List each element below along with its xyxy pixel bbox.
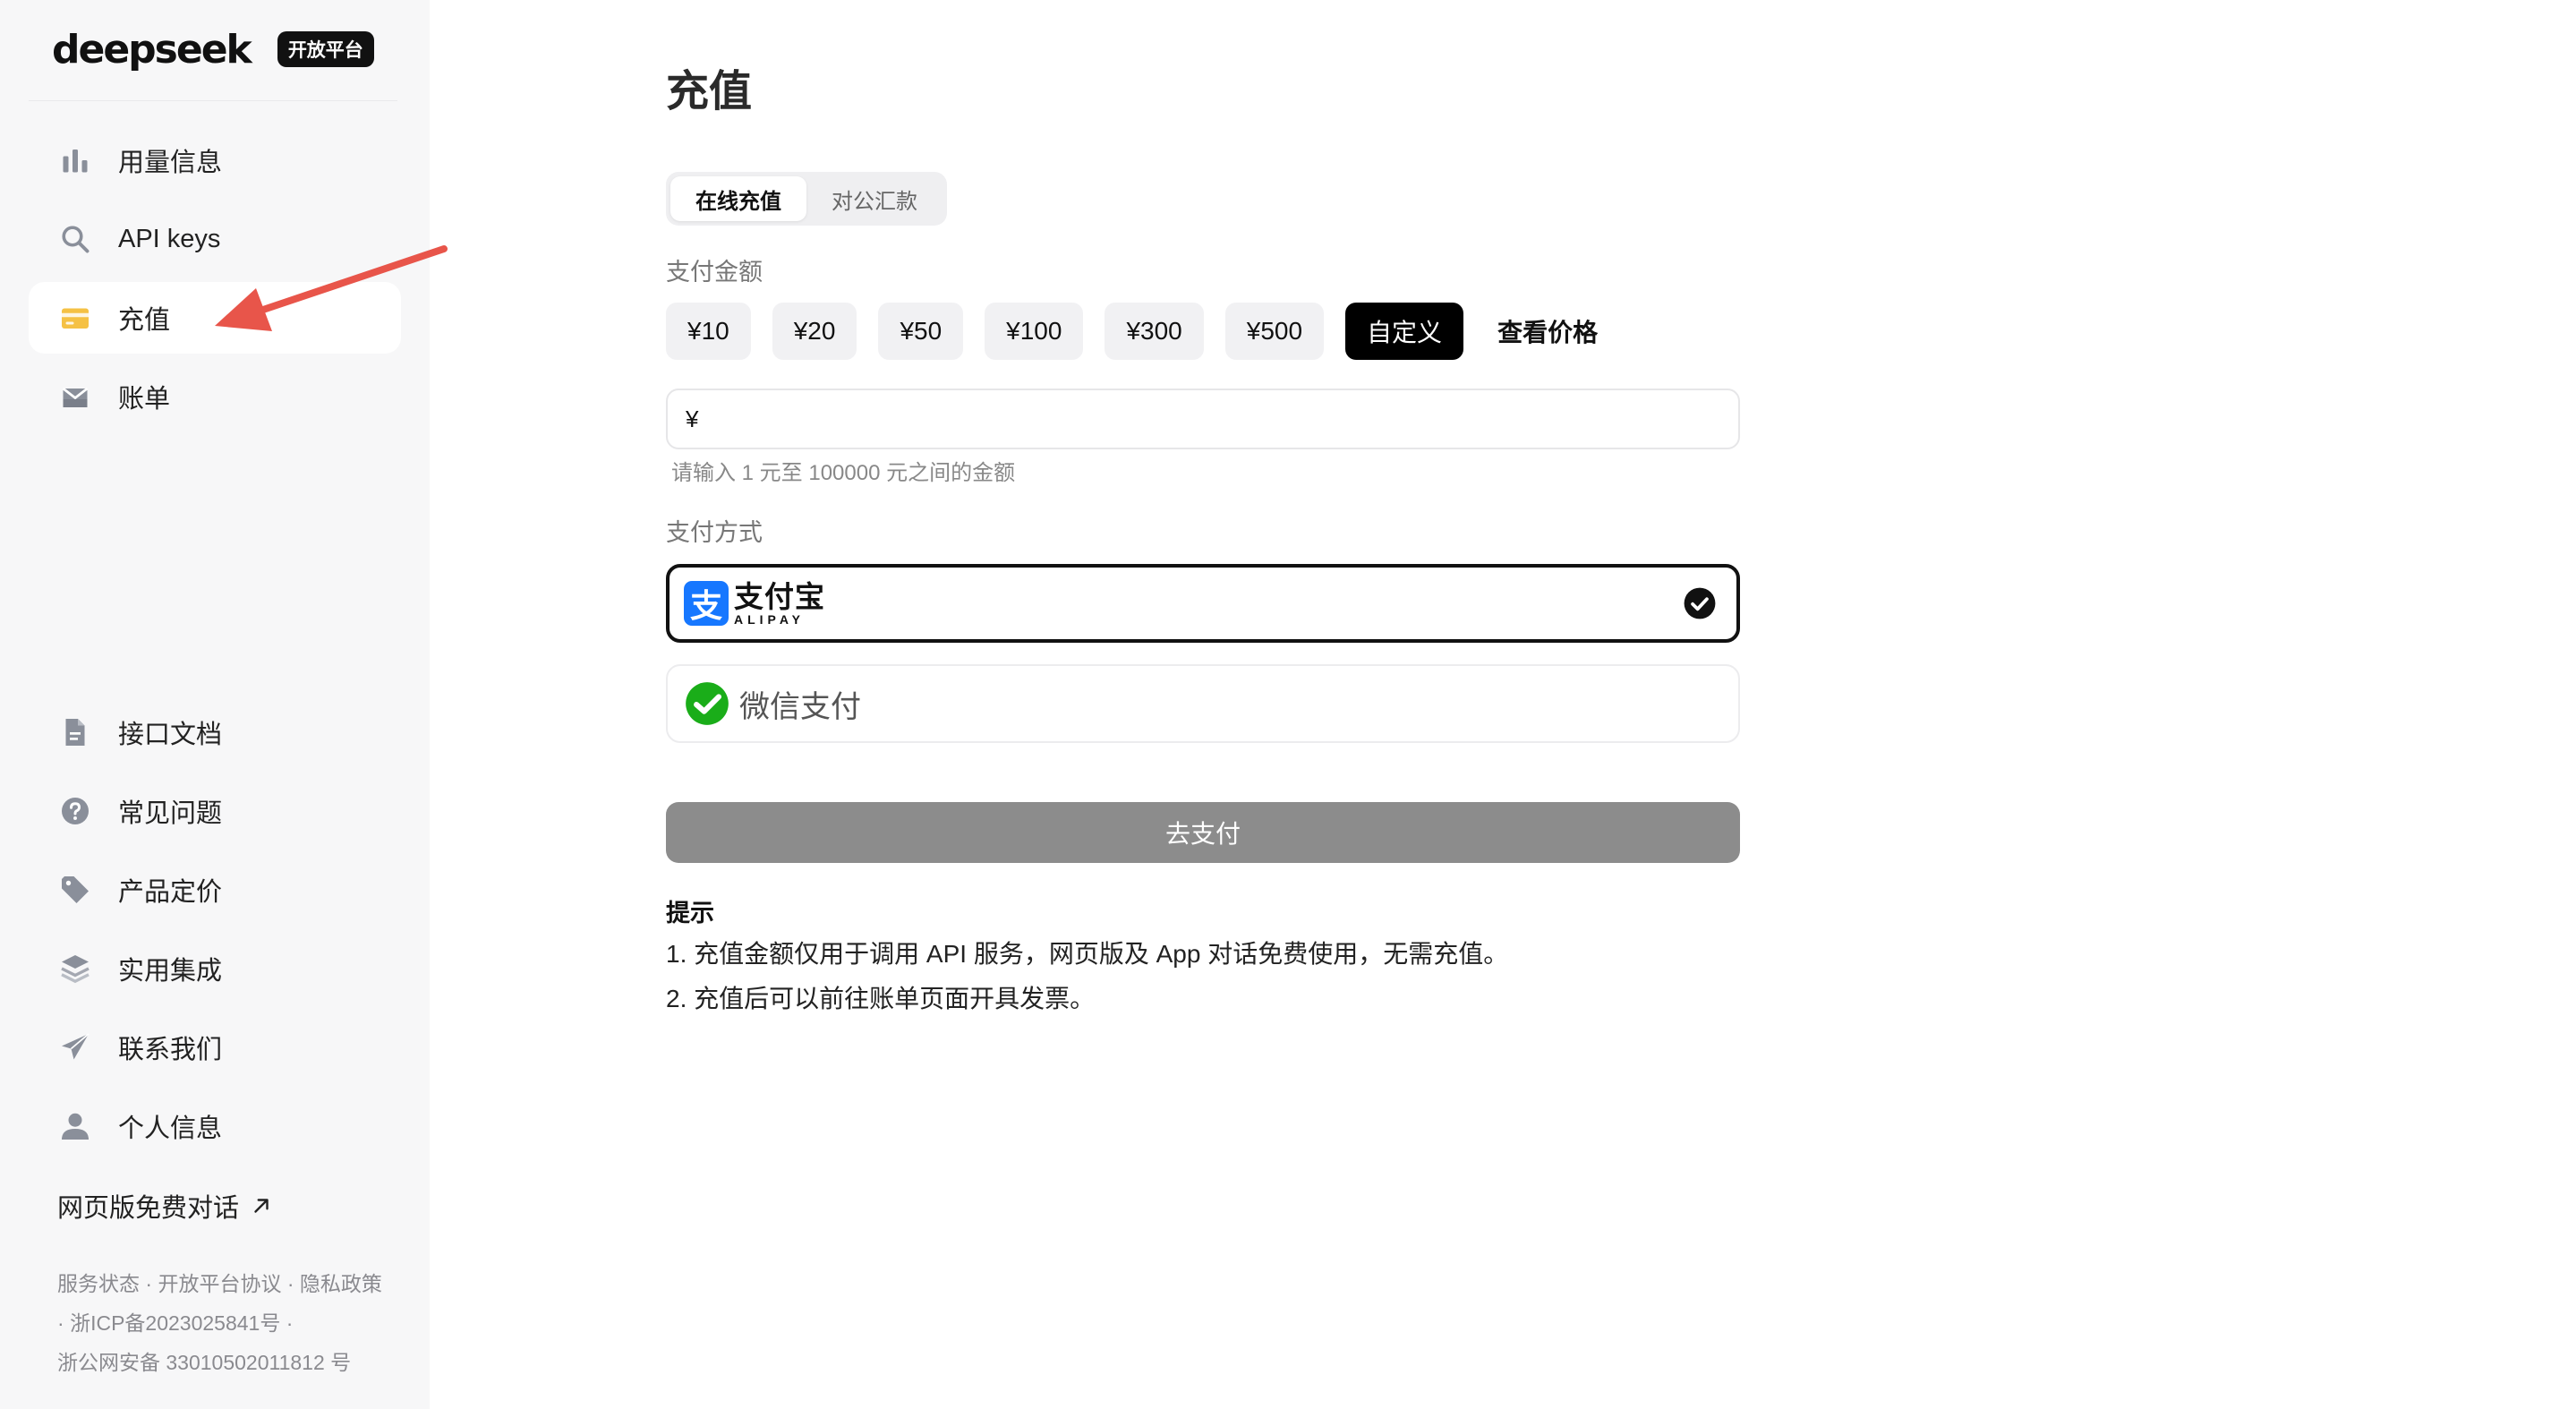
amount-option-custom[interactable]: 自定义 [1345, 303, 1464, 360]
sidebar-item-label: 用量信息 [118, 149, 223, 177]
payment-method-label: 支付方式 [666, 519, 763, 546]
alipay-wordmark: 支付宝 ALIPAY [734, 582, 825, 626]
sidebar-item-profile[interactable]: 个人信息 [29, 1090, 401, 1162]
sidebar-item-label: 联系我们 [118, 1036, 223, 1064]
separator: · [286, 1272, 294, 1295]
external-link-icon [254, 1199, 269, 1213]
tab-online-recharge[interactable]: 在线充值 [670, 176, 806, 221]
payment-option-wechat[interactable]: 微信支付 [666, 664, 1740, 743]
logo[interactable]: deepseek 开放平台 [52, 25, 374, 73]
alipay-name: 支付宝 [734, 579, 825, 613]
view-pricing-link[interactable]: 查看价格 [1497, 313, 1598, 349]
recharge-tabs: 在线充值 对公汇款 [666, 172, 947, 226]
sidebar-item-label: 接口文档 [118, 721, 223, 749]
amount-option-20[interactable]: ¥20 [772, 303, 857, 360]
sidebar-item-faq[interactable]: 常见问题 [29, 775, 401, 847]
check-circle-icon [1684, 587, 1716, 619]
icp-link[interactable]: 浙ICP备2023025841号 [70, 1311, 280, 1335]
sidebar-item-label: 实用集成 [118, 957, 223, 986]
search-key-icon [57, 221, 93, 257]
tab-corporate-transfer[interactable]: 对公汇款 [806, 176, 943, 221]
pay-button[interactable]: 去支付 [666, 802, 1740, 863]
service-status-link[interactable]: 服务状态 [57, 1272, 140, 1295]
sidebar-footer: 服务状态 · 开放平台协议 · 隐私政策 · 浙ICP备2023025841号 … [57, 1264, 415, 1382]
bar-chart-icon [57, 142, 93, 178]
sidebar-item-api-keys[interactable]: API keys [29, 203, 401, 275]
alipay-logo: 支 支付宝 ALIPAY [684, 581, 825, 626]
sidebar-item-label: 充值 [118, 306, 171, 335]
police-record-link[interactable]: 浙公网安备 33010502011812 号 [57, 1351, 351, 1374]
separator: · [145, 1272, 153, 1295]
separator: · [286, 1311, 294, 1335]
divider [29, 100, 397, 101]
sidebar-item-label: 常见问题 [118, 799, 223, 828]
alipay-name-en: ALIPAY [734, 611, 806, 627]
tips-title: 提示 [666, 900, 714, 927]
wechat-pay-icon [686, 682, 729, 725]
sidebar-item-label: 账单 [118, 385, 171, 414]
amount-option-300[interactable]: ¥300 [1105, 303, 1204, 360]
sidebar-item-usage[interactable]: 用量信息 [29, 124, 401, 196]
sidebar-item-contact[interactable]: 联系我们 [29, 1012, 401, 1083]
inbox-icon [57, 379, 93, 414]
card-icon [57, 300, 93, 336]
sidebar-item-bills[interactable]: 账单 [29, 361, 401, 432]
platform-agreement-link[interactable]: 开放平台协议 [158, 1272, 281, 1295]
amount-option-10[interactable]: ¥10 [666, 303, 751, 360]
sidebar-item-pricing[interactable]: 产品定价 [29, 854, 401, 926]
amount-options: ¥10 ¥20 ¥50 ¥100 ¥300 ¥500 自定义 查看价格 [666, 303, 1598, 360]
sidebar-item-label: 产品定价 [118, 878, 223, 907]
sidebar-item-docs[interactable]: 接口文档 [29, 696, 401, 768]
wechat-pay-label: 微信支付 [739, 689, 861, 724]
question-icon [57, 793, 93, 829]
alipay-icon: 支 [684, 581, 729, 626]
amount-option-50[interactable]: ¥50 [878, 303, 964, 360]
custom-amount-input[interactable] [705, 392, 1738, 446]
web-chat-link-label: 网页版免费对话 [57, 1194, 240, 1223]
page-title: 充值 [666, 68, 753, 115]
amount-option-500[interactable]: ¥500 [1224, 303, 1325, 360]
custom-amount-field[interactable]: ¥ [666, 389, 1740, 449]
privacy-policy-link[interactable]: 隐私政策 [300, 1272, 382, 1295]
tip-line: 1. 充值金额仅用于调用 API 服务，网页版及 App 对话免费使用，无需充值… [666, 940, 1509, 968]
document-icon [57, 714, 93, 750]
platform-badge: 开放平台 [277, 31, 374, 67]
currency-symbol: ¥ [686, 405, 699, 432]
tip-line: 2. 充值后可以前往账单页面开具发票。 [666, 985, 1096, 1012]
sidebar-item-recharge[interactable]: 充值 [29, 282, 401, 354]
web-chat-link[interactable]: 网页版免费对话 [57, 1187, 273, 1225]
sidebar-item-label: 个人信息 [118, 1114, 223, 1143]
tag-icon [57, 872, 93, 908]
user-icon [57, 1108, 93, 1144]
payment-option-alipay[interactable]: 支 支付宝 ALIPAY [666, 564, 1740, 643]
sidebar-item-integrations[interactable]: 实用集成 [29, 933, 401, 1004]
amount-option-100[interactable]: ¥100 [985, 303, 1084, 360]
sidebar-item-label: API keys [118, 224, 221, 253]
amount-label: 支付金额 [666, 259, 763, 286]
sidebar: deepseek 开放平台 用量信息 API keys 充值 账单 接口文档 常… [0, 0, 430, 1409]
brand-name: deepseek [52, 26, 252, 73]
amount-hint: 请输入 1 元至 100000 元之间的金额 [671, 461, 1016, 485]
separator: · [57, 1311, 64, 1335]
paper-plane-icon [57, 1029, 93, 1065]
layers-icon [57, 951, 93, 986]
